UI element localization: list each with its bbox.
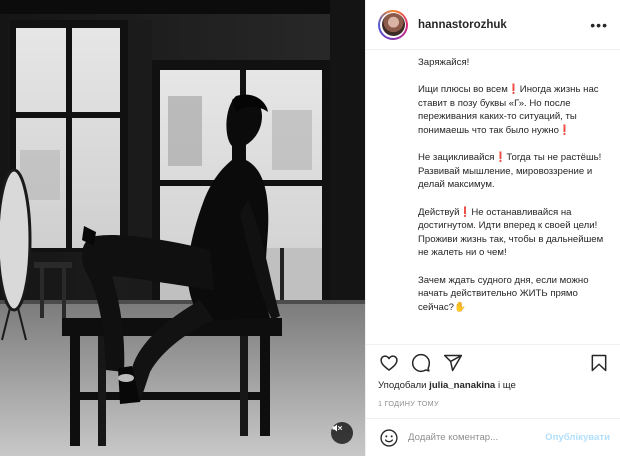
likes-summary: Уподобали julia_nanakina і ще bbox=[378, 380, 516, 391]
comment-input[interactable] bbox=[408, 432, 546, 443]
post-photo bbox=[0, 0, 365, 456]
post-caption: Заряжайся! Ищи плюсы во всем❗Иногда жизн… bbox=[366, 51, 620, 344]
emoji-button[interactable] bbox=[378, 427, 400, 449]
mute-toggle-button[interactable] bbox=[331, 422, 353, 444]
caption-paragraph: Действуй❗Не останавливайся на достигнуто… bbox=[418, 206, 604, 259]
post-actions-bar bbox=[366, 344, 620, 380]
heart-icon bbox=[380, 354, 398, 371]
share-icon bbox=[443, 354, 463, 371]
avatar-photo bbox=[381, 13, 405, 36]
likes-prefix: Уподобали bbox=[378, 380, 430, 391]
post-details-panel: hannastorozhuk ••• Заряжайся! Ищи плюсы … bbox=[365, 0, 620, 456]
comment-form: Опублікувати bbox=[366, 418, 620, 456]
like-button[interactable] bbox=[378, 352, 400, 374]
speaker-muted-icon bbox=[332, 424, 342, 432]
post-timestamp[interactable]: 1 ГОДИНУ ТОМУ bbox=[378, 399, 439, 408]
liked-by-user-link[interactable]: julia_nanakina bbox=[429, 380, 495, 391]
post-header: hannastorozhuk ••• bbox=[366, 0, 620, 50]
comment-button[interactable] bbox=[410, 352, 432, 374]
post-media[interactable] bbox=[0, 0, 365, 456]
caption-paragraph: Ищи плюсы во всем❗Иногда жизнь нас стави… bbox=[418, 84, 599, 136]
save-button[interactable] bbox=[588, 352, 610, 374]
caption-paragraph: Зачем ждать судного дня, если можно нача… bbox=[418, 274, 589, 313]
likes-others-link[interactable]: і ще bbox=[495, 380, 516, 391]
publish-button[interactable]: Опублікувати bbox=[545, 432, 610, 443]
caption-paragraph: Заряжайся! bbox=[418, 57, 470, 68]
bookmark-icon bbox=[591, 354, 607, 371]
emoji-icon bbox=[380, 428, 398, 447]
more-options-button[interactable]: ••• bbox=[590, 18, 608, 32]
share-button[interactable] bbox=[442, 352, 464, 374]
username-link[interactable]: hannastorozhuk bbox=[418, 19, 590, 31]
caption-paragraph: Не зацикливайся❗Тогда ты не растёшь! Раз… bbox=[418, 152, 602, 191]
comment-icon bbox=[411, 353, 431, 372]
avatar[interactable] bbox=[378, 9, 408, 40]
